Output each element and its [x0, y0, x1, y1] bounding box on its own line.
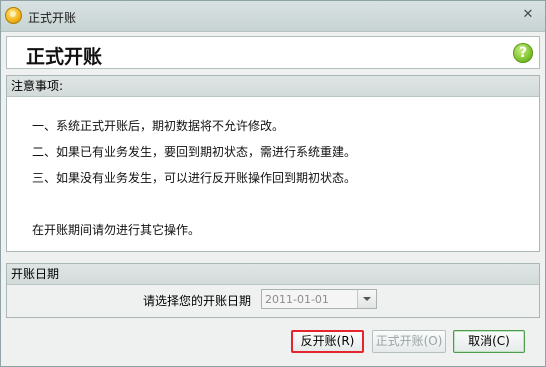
note-line: 一、系统正式开账后，期初数据将不允许修改。: [32, 119, 285, 133]
notes-panel: 注意事项: 一、系统正式开账后，期初数据将不允许修改。 二、如果已有业务发生，要…: [6, 75, 540, 252]
chevron-down-icon[interactable]: [357, 290, 376, 308]
note-line: 在开账期间请勿进行其它操作。: [32, 223, 201, 237]
reverse-open-button[interactable]: 反开账(R): [291, 330, 364, 353]
notes-heading: 注意事项:: [7, 76, 539, 97]
cancel-button[interactable]: 取消(C): [453, 330, 525, 353]
formal-open-button[interactable]: 正式开账(O): [372, 330, 446, 353]
dialog-window: 正式开账 ✕ 正式开账 ? 注意事项: 一、系统正式开账后，期初数据将不允许修改…: [0, 0, 546, 367]
date-panel: 开账日期 请选择您的开账日期 2011-01-01: [6, 263, 540, 318]
app-logo-icon: [5, 7, 22, 24]
page-title: 正式开账: [26, 46, 103, 68]
help-icon[interactable]: ?: [513, 43, 533, 63]
note-line: 三、如果没有业务发生，可以进行反开账操作回到期初状态。: [32, 171, 357, 185]
date-heading: 开账日期: [7, 264, 539, 285]
window-title: 正式开账: [28, 11, 77, 25]
date-label: 请选择您的开账日期: [143, 294, 252, 308]
close-icon[interactable]: ✕: [521, 8, 535, 22]
date-value: 2011-01-01: [265, 293, 329, 306]
date-select[interactable]: 2011-01-01: [261, 289, 377, 309]
notes-body: 一、系统正式开账后，期初数据将不允许修改。 二、如果已有业务发生，要回到期初状态…: [7, 97, 539, 251]
note-line: 二、如果已有业务发生，要回到期初状态，需进行系统重建。: [32, 145, 357, 159]
title-bar: 正式开账 ✕: [1, 1, 545, 32]
dialog-header: 正式开账 ?: [6, 36, 540, 69]
